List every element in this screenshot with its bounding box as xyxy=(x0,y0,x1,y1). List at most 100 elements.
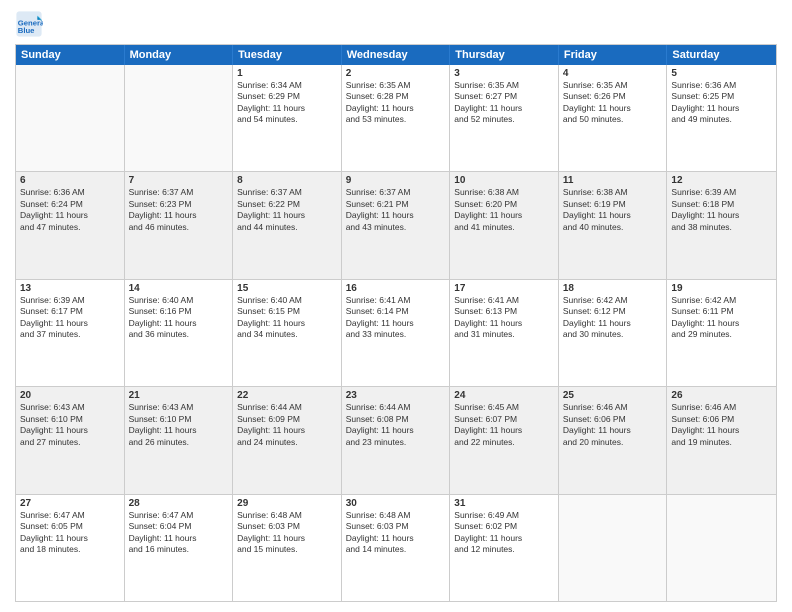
day-info: Sunrise: 6:36 AM Sunset: 6:25 PM Dayligh… xyxy=(671,80,772,126)
day-number: 3 xyxy=(454,68,554,79)
header: General Blue xyxy=(15,10,777,38)
header-day-monday: Monday xyxy=(125,45,234,65)
day-number: 6 xyxy=(20,175,120,186)
calendar-cell: 30Sunrise: 6:48 AM Sunset: 6:03 PM Dayli… xyxy=(342,495,451,601)
header-day-sunday: Sunday xyxy=(16,45,125,65)
day-number: 7 xyxy=(129,175,229,186)
day-number: 4 xyxy=(563,68,663,79)
calendar-week-5: 27Sunrise: 6:47 AM Sunset: 6:05 PM Dayli… xyxy=(16,495,776,601)
calendar-cell: 6Sunrise: 6:36 AM Sunset: 6:24 PM Daylig… xyxy=(16,172,125,278)
calendar-cell: 29Sunrise: 6:48 AM Sunset: 6:03 PM Dayli… xyxy=(233,495,342,601)
day-info: Sunrise: 6:43 AM Sunset: 6:10 PM Dayligh… xyxy=(129,402,229,448)
day-info: Sunrise: 6:38 AM Sunset: 6:19 PM Dayligh… xyxy=(563,187,663,233)
day-info: Sunrise: 6:39 AM Sunset: 6:17 PM Dayligh… xyxy=(20,295,120,341)
day-info: Sunrise: 6:44 AM Sunset: 6:09 PM Dayligh… xyxy=(237,402,337,448)
day-info: Sunrise: 6:46 AM Sunset: 6:06 PM Dayligh… xyxy=(671,402,772,448)
svg-text:Blue: Blue xyxy=(18,26,35,35)
day-info: Sunrise: 6:47 AM Sunset: 6:04 PM Dayligh… xyxy=(129,510,229,556)
calendar: SundayMondayTuesdayWednesdayThursdayFrid… xyxy=(15,44,777,602)
header-day-saturday: Saturday xyxy=(667,45,776,65)
calendar-cell xyxy=(125,65,234,171)
day-info: Sunrise: 6:35 AM Sunset: 6:26 PM Dayligh… xyxy=(563,80,663,126)
calendar-cell: 3Sunrise: 6:35 AM Sunset: 6:27 PM Daylig… xyxy=(450,65,559,171)
calendar-cell: 24Sunrise: 6:45 AM Sunset: 6:07 PM Dayli… xyxy=(450,387,559,493)
calendar-cell: 31Sunrise: 6:49 AM Sunset: 6:02 PM Dayli… xyxy=(450,495,559,601)
calendar-cell: 21Sunrise: 6:43 AM Sunset: 6:10 PM Dayli… xyxy=(125,387,234,493)
day-info: Sunrise: 6:41 AM Sunset: 6:14 PM Dayligh… xyxy=(346,295,446,341)
calendar-body: 1Sunrise: 6:34 AM Sunset: 6:29 PM Daylig… xyxy=(16,65,776,601)
calendar-cell: 13Sunrise: 6:39 AM Sunset: 6:17 PM Dayli… xyxy=(16,280,125,386)
day-info: Sunrise: 6:40 AM Sunset: 6:15 PM Dayligh… xyxy=(237,295,337,341)
calendar-cell: 27Sunrise: 6:47 AM Sunset: 6:05 PM Dayli… xyxy=(16,495,125,601)
day-info: Sunrise: 6:40 AM Sunset: 6:16 PM Dayligh… xyxy=(129,295,229,341)
day-info: Sunrise: 6:35 AM Sunset: 6:27 PM Dayligh… xyxy=(454,80,554,126)
day-info: Sunrise: 6:34 AM Sunset: 6:29 PM Dayligh… xyxy=(237,80,337,126)
day-number: 13 xyxy=(20,283,120,294)
calendar-cell: 7Sunrise: 6:37 AM Sunset: 6:23 PM Daylig… xyxy=(125,172,234,278)
day-info: Sunrise: 6:48 AM Sunset: 6:03 PM Dayligh… xyxy=(237,510,337,556)
day-number: 28 xyxy=(129,498,229,509)
calendar-cell: 23Sunrise: 6:44 AM Sunset: 6:08 PM Dayli… xyxy=(342,387,451,493)
day-info: Sunrise: 6:35 AM Sunset: 6:28 PM Dayligh… xyxy=(346,80,446,126)
day-info: Sunrise: 6:48 AM Sunset: 6:03 PM Dayligh… xyxy=(346,510,446,556)
calendar-cell: 17Sunrise: 6:41 AM Sunset: 6:13 PM Dayli… xyxy=(450,280,559,386)
header-day-thursday: Thursday xyxy=(450,45,559,65)
calendar-cell xyxy=(667,495,776,601)
day-info: Sunrise: 6:42 AM Sunset: 6:11 PM Dayligh… xyxy=(671,295,772,341)
calendar-cell: 11Sunrise: 6:38 AM Sunset: 6:19 PM Dayli… xyxy=(559,172,668,278)
calendar-cell xyxy=(16,65,125,171)
day-info: Sunrise: 6:46 AM Sunset: 6:06 PM Dayligh… xyxy=(563,402,663,448)
calendar-cell: 9Sunrise: 6:37 AM Sunset: 6:21 PM Daylig… xyxy=(342,172,451,278)
day-number: 30 xyxy=(346,498,446,509)
page: General Blue SundayMondayTuesdayWednesda… xyxy=(0,0,792,612)
calendar-cell: 18Sunrise: 6:42 AM Sunset: 6:12 PM Dayli… xyxy=(559,280,668,386)
calendar-week-3: 13Sunrise: 6:39 AM Sunset: 6:17 PM Dayli… xyxy=(16,280,776,387)
calendar-cell xyxy=(559,495,668,601)
day-info: Sunrise: 6:37 AM Sunset: 6:23 PM Dayligh… xyxy=(129,187,229,233)
day-info: Sunrise: 6:39 AM Sunset: 6:18 PM Dayligh… xyxy=(671,187,772,233)
day-number: 20 xyxy=(20,390,120,401)
day-number: 22 xyxy=(237,390,337,401)
day-info: Sunrise: 6:44 AM Sunset: 6:08 PM Dayligh… xyxy=(346,402,446,448)
calendar-cell: 2Sunrise: 6:35 AM Sunset: 6:28 PM Daylig… xyxy=(342,65,451,171)
day-info: Sunrise: 6:38 AM Sunset: 6:20 PM Dayligh… xyxy=(454,187,554,233)
calendar-cell: 26Sunrise: 6:46 AM Sunset: 6:06 PM Dayli… xyxy=(667,387,776,493)
calendar-cell: 15Sunrise: 6:40 AM Sunset: 6:15 PM Dayli… xyxy=(233,280,342,386)
calendar-cell: 8Sunrise: 6:37 AM Sunset: 6:22 PM Daylig… xyxy=(233,172,342,278)
day-number: 18 xyxy=(563,283,663,294)
calendar-cell: 5Sunrise: 6:36 AM Sunset: 6:25 PM Daylig… xyxy=(667,65,776,171)
calendar-header: SundayMondayTuesdayWednesdayThursdayFrid… xyxy=(16,45,776,65)
day-info: Sunrise: 6:45 AM Sunset: 6:07 PM Dayligh… xyxy=(454,402,554,448)
calendar-week-4: 20Sunrise: 6:43 AM Sunset: 6:10 PM Dayli… xyxy=(16,387,776,494)
calendar-cell: 16Sunrise: 6:41 AM Sunset: 6:14 PM Dayli… xyxy=(342,280,451,386)
day-number: 29 xyxy=(237,498,337,509)
calendar-cell: 14Sunrise: 6:40 AM Sunset: 6:16 PM Dayli… xyxy=(125,280,234,386)
header-day-wednesday: Wednesday xyxy=(342,45,451,65)
day-info: Sunrise: 6:43 AM Sunset: 6:10 PM Dayligh… xyxy=(20,402,120,448)
calendar-week-1: 1Sunrise: 6:34 AM Sunset: 6:29 PM Daylig… xyxy=(16,65,776,172)
calendar-cell: 4Sunrise: 6:35 AM Sunset: 6:26 PM Daylig… xyxy=(559,65,668,171)
day-number: 16 xyxy=(346,283,446,294)
day-info: Sunrise: 6:37 AM Sunset: 6:22 PM Dayligh… xyxy=(237,187,337,233)
day-number: 24 xyxy=(454,390,554,401)
day-number: 19 xyxy=(671,283,772,294)
day-number: 27 xyxy=(20,498,120,509)
header-day-tuesday: Tuesday xyxy=(233,45,342,65)
day-number: 12 xyxy=(671,175,772,186)
day-number: 31 xyxy=(454,498,554,509)
day-number: 26 xyxy=(671,390,772,401)
day-info: Sunrise: 6:37 AM Sunset: 6:21 PM Dayligh… xyxy=(346,187,446,233)
day-number: 15 xyxy=(237,283,337,294)
header-day-friday: Friday xyxy=(559,45,668,65)
calendar-cell: 25Sunrise: 6:46 AM Sunset: 6:06 PM Dayli… xyxy=(559,387,668,493)
day-info: Sunrise: 6:47 AM Sunset: 6:05 PM Dayligh… xyxy=(20,510,120,556)
calendar-cell: 12Sunrise: 6:39 AM Sunset: 6:18 PM Dayli… xyxy=(667,172,776,278)
day-number: 9 xyxy=(346,175,446,186)
day-info: Sunrise: 6:36 AM Sunset: 6:24 PM Dayligh… xyxy=(20,187,120,233)
calendar-week-2: 6Sunrise: 6:36 AM Sunset: 6:24 PM Daylig… xyxy=(16,172,776,279)
calendar-cell: 1Sunrise: 6:34 AM Sunset: 6:29 PM Daylig… xyxy=(233,65,342,171)
day-number: 23 xyxy=(346,390,446,401)
calendar-cell: 28Sunrise: 6:47 AM Sunset: 6:04 PM Dayli… xyxy=(125,495,234,601)
day-number: 17 xyxy=(454,283,554,294)
logo: General Blue xyxy=(15,10,43,38)
